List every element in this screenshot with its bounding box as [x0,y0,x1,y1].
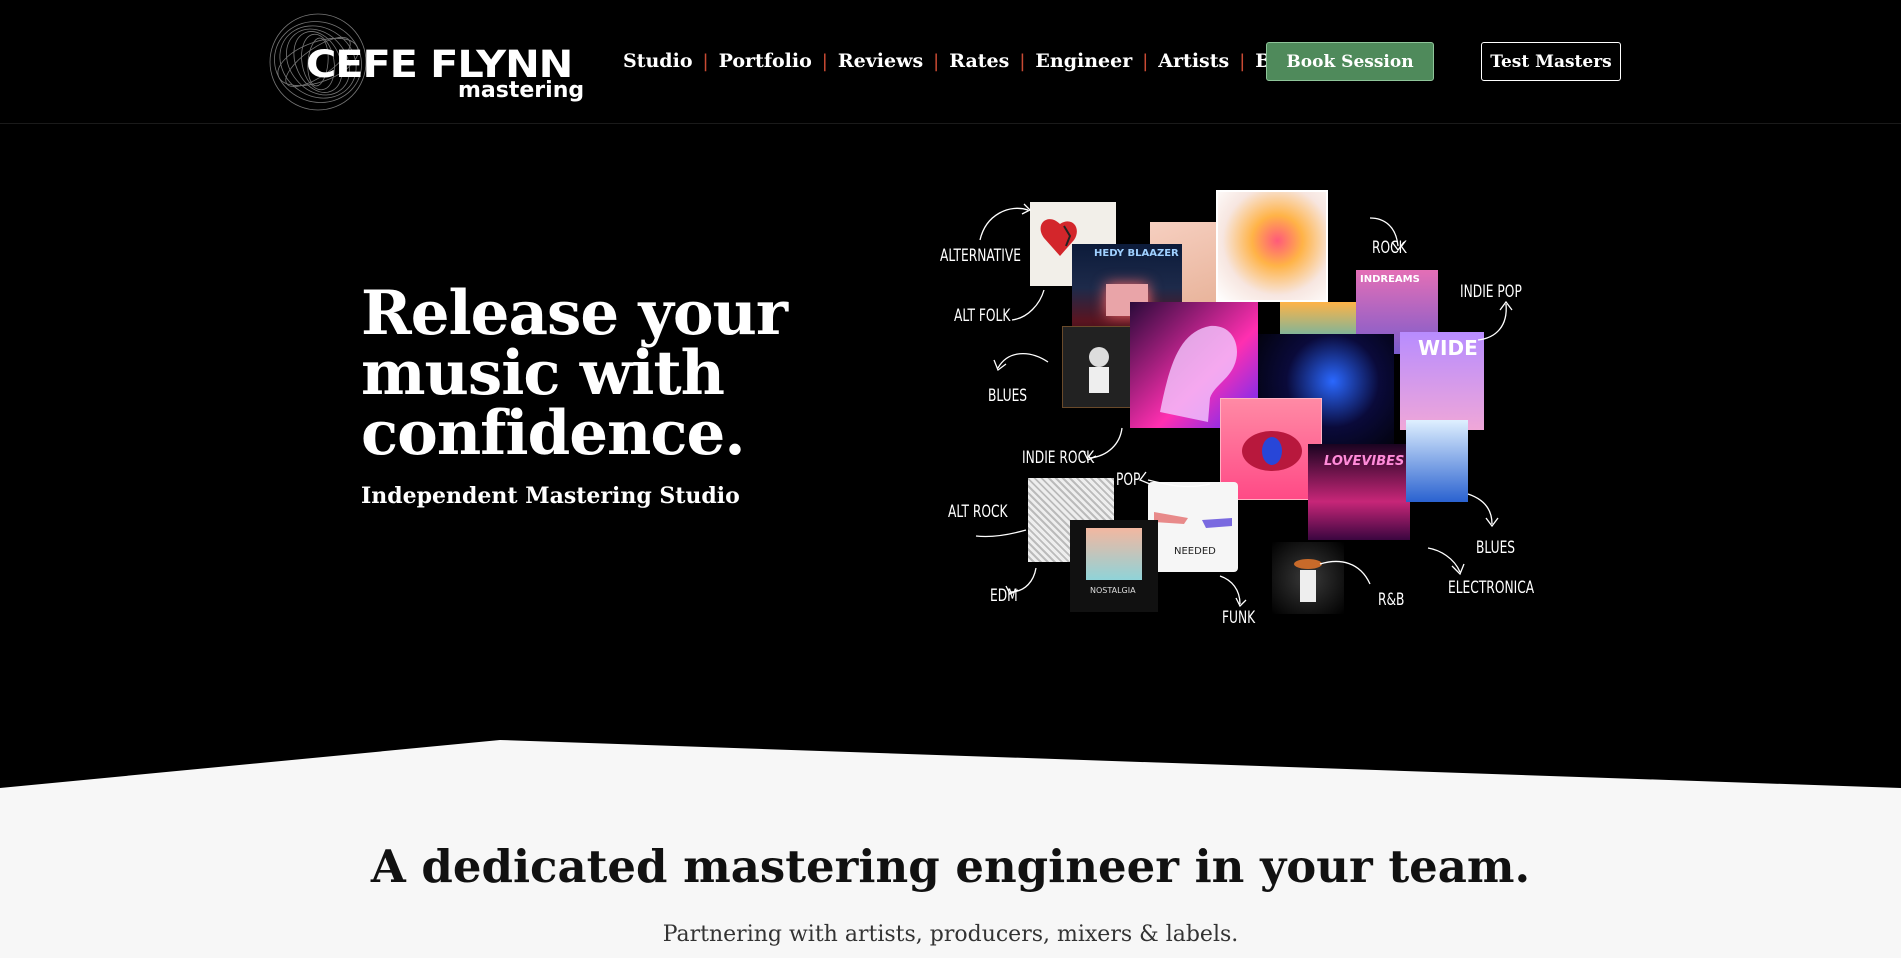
hero-title: Release your music with confidence. [361,278,788,469]
nav-separator: | [702,50,709,72]
nav-separator: | [1142,50,1149,72]
nav-rates[interactable]: Rates [949,50,1009,72]
nav-engineer[interactable]: Engineer [1035,50,1132,72]
hero-title-line-2: music with [361,338,725,409]
hero-subtitle: Independent Mastering Studio [361,483,740,509]
genre-arrows [975,203,1513,608]
nav-studio[interactable]: Studio [623,50,693,72]
nav-separator: | [933,50,940,72]
nav-portfolio[interactable]: Portfolio [719,50,812,72]
section-subtitle: Partnering with artists, producers, mixe… [662,922,1239,947]
main-nav: Studio | Portfolio | Reviews | Rates | E… [623,47,1305,75]
hero-title-line-3: confidence. [361,398,746,469]
hero-title-line-1: Release your [361,278,788,349]
hero-section: Release your music with confidence. Inde… [0,124,1901,824]
book-session-button[interactable]: Book Session [1266,42,1434,81]
nav-separator: | [821,50,828,72]
nav-reviews[interactable]: Reviews [838,50,923,72]
site-header: CEFE FLYNN mastering Studio | Portfolio … [0,0,1901,124]
nav-separator: | [1019,50,1026,72]
nav-separator: | [1239,50,1246,72]
test-masters-button[interactable]: Test Masters [1481,42,1621,81]
logo-subtitle: mastering [458,78,585,103]
nav-artists[interactable]: Artists [1158,50,1229,72]
site-logo[interactable]: CEFE FLYNN mastering [268,8,584,114]
section-title: A dedicated mastering engineer in your t… [370,840,1531,893]
album-collage: HEDY BLAAZER INDREAMS WIDE LOVEVIBES NEE… [940,154,1540,634]
